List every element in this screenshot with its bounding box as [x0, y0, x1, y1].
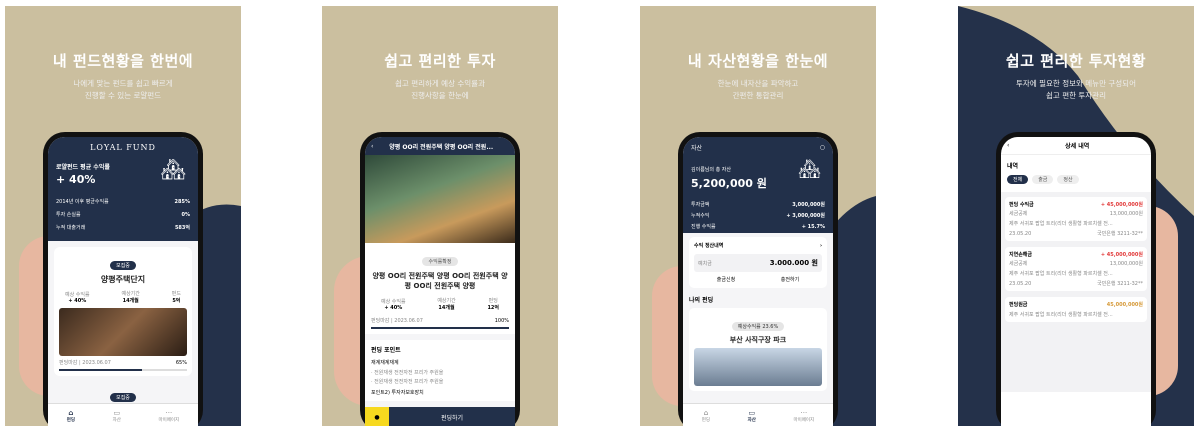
- stat-row: 누적 대출거래 583억: [56, 225, 190, 231]
- point-text: 포인트2) 투자자보호장치: [371, 390, 424, 396]
- screen-header: ‹ 양평 OO리 전원주택 양평 OO리 전원...: [365, 137, 515, 155]
- list-item[interactable]: 지연손해금 + 45,000,000원 세금공제 13,000,000원 제주 서귀…: [1005, 247, 1147, 291]
- phone-screen: ‹ 상세 내역 내역 전체 출금 정산 펀딩 수익금 + 45,000,000원 …: [1001, 137, 1151, 426]
- section-title: 나의 펀딩: [689, 297, 714, 304]
- card-title: 내 펀드현황을 한번에: [52, 52, 194, 70]
- promo-card-fund-overview: 내 펀드현황을 한번에 나에게 맞는 펀드를 쉽고 빠르게 진행할 수 있는 로얄…: [5, 6, 241, 426]
- bell-icon[interactable]: ○: [820, 144, 825, 151]
- bottom-tab-bar: ⌂ 펀딩 ▭ 자산 ··· 마이페이지: [48, 403, 198, 426]
- tab-funding[interactable]: ⌂ 펀딩: [702, 409, 710, 423]
- deposit-actions: 출금신청 충전하기: [694, 276, 822, 283]
- phone-screen: 자산 ○ 김이름님의 총 자산 5,200,000 원 🏘 투자금액 3,000,0…: [683, 137, 833, 426]
- asset-row: 투자금액 3,000,000원: [691, 202, 825, 208]
- product-name: 양평주택단지: [100, 275, 146, 284]
- progress-bar: [371, 327, 509, 329]
- history-list: 펀딩 수익금 + 45,000,000원 세금공제 13,000,000원 제주 서…: [1001, 192, 1151, 392]
- progress-bar: [59, 369, 187, 371]
- promo-card-invest-status: 쉽고 편리한 투자현황 투자에 필요한 정보와 메뉴만 구성되어 쉽고 편한 투자…: [958, 6, 1194, 426]
- next-product: 모집중: [48, 384, 198, 403]
- fund-photo: [694, 348, 822, 386]
- section-title: 내역: [1007, 163, 1019, 170]
- buildings-icon: 🏘: [160, 157, 186, 181]
- tab-assets[interactable]: ▭ 자산: [113, 409, 121, 423]
- asset-row: 누적수익 + 3,000,000원: [691, 213, 825, 219]
- stat-row: 투자 손실률 0%: [56, 211, 190, 219]
- progress-info: 펀딩마감 | 2023.06.07 65%: [59, 359, 187, 367]
- metrics-row: 예상 수익률 + 40% 예상기간 14개월 펀드 5억: [65, 291, 181, 304]
- kakao-chat-icon[interactable]: ●: [365, 407, 389, 426]
- card-title: 내 자산현황을 한눈에: [687, 52, 829, 70]
- screen-header: ‹ 상세 내역: [1001, 137, 1151, 155]
- product-photo: [59, 308, 187, 356]
- product-card[interactable]: 모집중 양평주택단지 예상 수익률 + 40% 예상기간 14개월 펀드 5억 펀딩마…: [54, 247, 192, 376]
- bottom-cta-bar: ● 펀딩하기: [365, 407, 515, 426]
- card-title: 쉽고 편리한 투자: [384, 52, 496, 70]
- list-item[interactable]: 펀딩원금 45,000,000원 제주 서귀포 팝업 트리(리더 생활형 파르치셀…: [1005, 297, 1147, 322]
- fund-name: 부산 사직구장 파크: [729, 336, 787, 344]
- point-line: · 전원재생 전전자전 프리가 주원을: [371, 379, 444, 385]
- filter-withdraw[interactable]: 출금: [1032, 175, 1054, 184]
- card-title: 쉽고 편리한 투자현황: [1005, 52, 1147, 70]
- tab-mypage[interactable]: ··· 마이페이지: [794, 409, 815, 423]
- progress-info: 펀딩마감 | 2023.06.07 100%: [371, 317, 509, 325]
- withdraw-button[interactable]: 출금신청: [694, 276, 758, 283]
- section-title: 펀딩 포인트: [371, 347, 401, 354]
- deposit-row: 예치금 3.000.000 원: [694, 254, 822, 272]
- tab-funding[interactable]: ⌂ 펀딩: [67, 409, 75, 423]
- point-text: 재계재계재계: [371, 360, 399, 366]
- asset-row: 진행 수익률 + 15.7%: [691, 223, 825, 231]
- status-badge: 수익률확정: [422, 257, 458, 266]
- filter-chips: 전체 출금 정산: [1007, 175, 1145, 184]
- charge-button[interactable]: 충전하기: [758, 276, 822, 283]
- fund-card[interactable]: 예상수익률 23.6% 부산 사직구장 파크: [689, 308, 827, 391]
- assets-header: 자산 ○ 김이름님의 총 자산 5,200,000 원 🏘 투자금액 3,000,0…: [683, 137, 833, 233]
- buildings-icon: 🏘: [798, 159, 821, 180]
- screen-title: 자산: [691, 145, 703, 152]
- tab-mypage[interactable]: ··· 마이페이지: [159, 409, 180, 423]
- app-store-screenshot-strip: 내 펀드현황을 한번에 나에게 맞는 펀드를 쉽고 빠르게 진행할 수 있는 로얄…: [0, 0, 1198, 432]
- fund-now-button[interactable]: 펀딩하기: [389, 407, 515, 426]
- phone-screen: LOYAL FUND 로얄펀드 평균 수익률 + 40% 🏘 2014년 이후 …: [48, 137, 198, 426]
- stat-row: 2014년 이후 평균수익률 285%: [56, 198, 190, 206]
- summary-header: LOYAL FUND 로얄펀드 평균 수익률 + 40% 🏘 2014년 이후 …: [48, 137, 198, 241]
- app-logo: LOYAL FUND: [90, 143, 156, 152]
- settlement-link[interactable]: 수익 정산내역 ›: [694, 242, 822, 250]
- list-item[interactable]: 펀딩 수익금 + 45,000,000원 세금공제 13,000,000원 제주 서…: [1005, 197, 1147, 241]
- product-name: 양평 OO리 전원주택 양평 OO리 전원주택 양평 OO리 전원주택 양평: [372, 272, 508, 290]
- card-subtitle: 쉽고 편리하게 예상 수익률과 진행사항을 한눈에: [395, 79, 485, 100]
- point-line: · 전원재생 전전자전 프리가 주원을: [371, 370, 444, 376]
- bottom-tab-bar: ⌂ 펀딩 ▭ 자산 ··· 마이페이지: [683, 403, 833, 426]
- property-photo: [365, 155, 515, 243]
- deposit-card: 수익 정산내역 › 예치금 3.000.000 원 출금신청 충전하기: [689, 237, 827, 288]
- phone-mockup: ‹ 상세 내역 내역 전체 출금 정산 펀딩 수익금 + 45,000,000원 …: [996, 132, 1156, 426]
- metrics-row: 예상 수익률 + 40% 예상기간 14개월 펀딩 12억: [381, 298, 499, 311]
- return-badge: 예상수익률 23.6%: [731, 322, 785, 331]
- promo-card-easy-invest: 쉽고 편리한 투자 쉽고 편리하게 예상 수익률과 진행사항을 한눈에 ‹ 양평 …: [322, 6, 558, 426]
- status-badge: 모집중: [110, 261, 136, 270]
- phone-mockup: LOYAL FUND 로얄펀드 평균 수익률 + 40% 🏘 2014년 이후 …: [43, 132, 203, 426]
- product-detail: 수익률확정 양평 OO리 전원주택 양평 OO리 전원주택 양평 OO리 전원주…: [365, 243, 515, 334]
- phone-screen: ‹ 양평 OO리 전원주택 양평 OO리 전원... 수익률확정 양평 OO리 …: [365, 137, 515, 426]
- card-subtitle: 나에게 맞는 펀드를 쉽고 빠르게 진행할 수 있는 로얄펀드: [73, 79, 173, 100]
- card-subtitle: 한눈에 내자산을 파악하고 간편한 통합관리: [717, 79, 799, 100]
- promo-card-assets: 내 자산현황을 한눈에 한눈에 내자산을 파악하고 간편한 통합관리 자산 ○ 김이…: [640, 6, 876, 426]
- card-subtitle: 투자에 필요한 정보와 메뉴만 구성되어 쉽고 편한 투자관리: [1016, 79, 1136, 100]
- phone-mockup: 자산 ○ 김이름님의 총 자산 5,200,000 원 🏘 투자금액 3,000,0…: [678, 132, 838, 426]
- tab-assets[interactable]: ▭ 자산: [748, 409, 756, 423]
- filter-settle[interactable]: 정산: [1057, 175, 1079, 184]
- funding-points: 펀딩 포인트 재계재계재계 · 전원재생 전전자전 프리가 주원을 · 전원재생…: [365, 340, 515, 401]
- filter-all[interactable]: 전체: [1007, 175, 1029, 184]
- phone-mockup: ‹ 양평 OO리 전원주택 양평 OO리 전원... 수익률확정 양평 OO리 …: [360, 132, 520, 426]
